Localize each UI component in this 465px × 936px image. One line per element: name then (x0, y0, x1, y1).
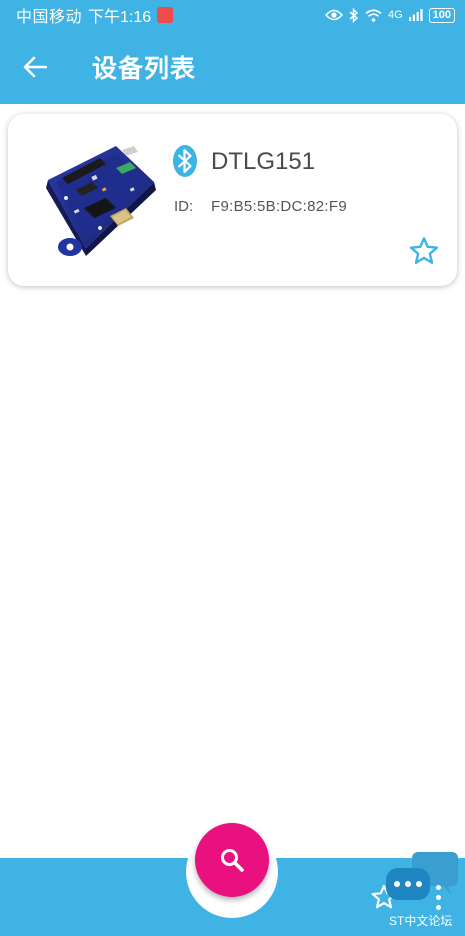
notification-icon (157, 7, 174, 23)
device-id-value: F9:B5:5B:DC:82:F9 (211, 198, 347, 215)
more-dot (435, 894, 441, 900)
device-card[interactable]: DTLG151 ID: F9:B5:5B:DC:82:F9 (8, 114, 457, 286)
signal-icon (408, 9, 423, 21)
status-time: 下午1:16 (88, 9, 152, 26)
chat-bubble-icon[interactable] (386, 852, 458, 904)
eye-icon (324, 9, 343, 21)
more-dot (435, 884, 441, 890)
more-dot (435, 904, 441, 910)
arrow-left-icon (23, 56, 47, 78)
device-id-label: ID: (174, 198, 194, 215)
back-button[interactable] (0, 30, 70, 104)
search-icon (221, 849, 244, 872)
star-outline-icon[interactable] (408, 235, 440, 267)
more-vert-icon[interactable] (430, 882, 446, 912)
status-carrier: 中国移动 (16, 9, 83, 26)
device-board-image (46, 146, 156, 256)
app-bar: 设备列表 (0, 30, 465, 104)
network-type-label: 4G (387, 9, 403, 21)
battery-icon: 100 (428, 7, 455, 23)
page-title: 设备列表 (92, 55, 197, 83)
search-button[interactable] (195, 823, 269, 897)
watermark-label: ST中文论坛 (389, 914, 453, 928)
wifi-icon (365, 8, 382, 22)
bluetooth-status-icon (349, 7, 359, 23)
status-bar: 中国移动 下午1:16 4G 100 (0, 0, 465, 30)
bluetooth-icon (173, 145, 197, 177)
device-name: DTLG151 (211, 148, 316, 175)
